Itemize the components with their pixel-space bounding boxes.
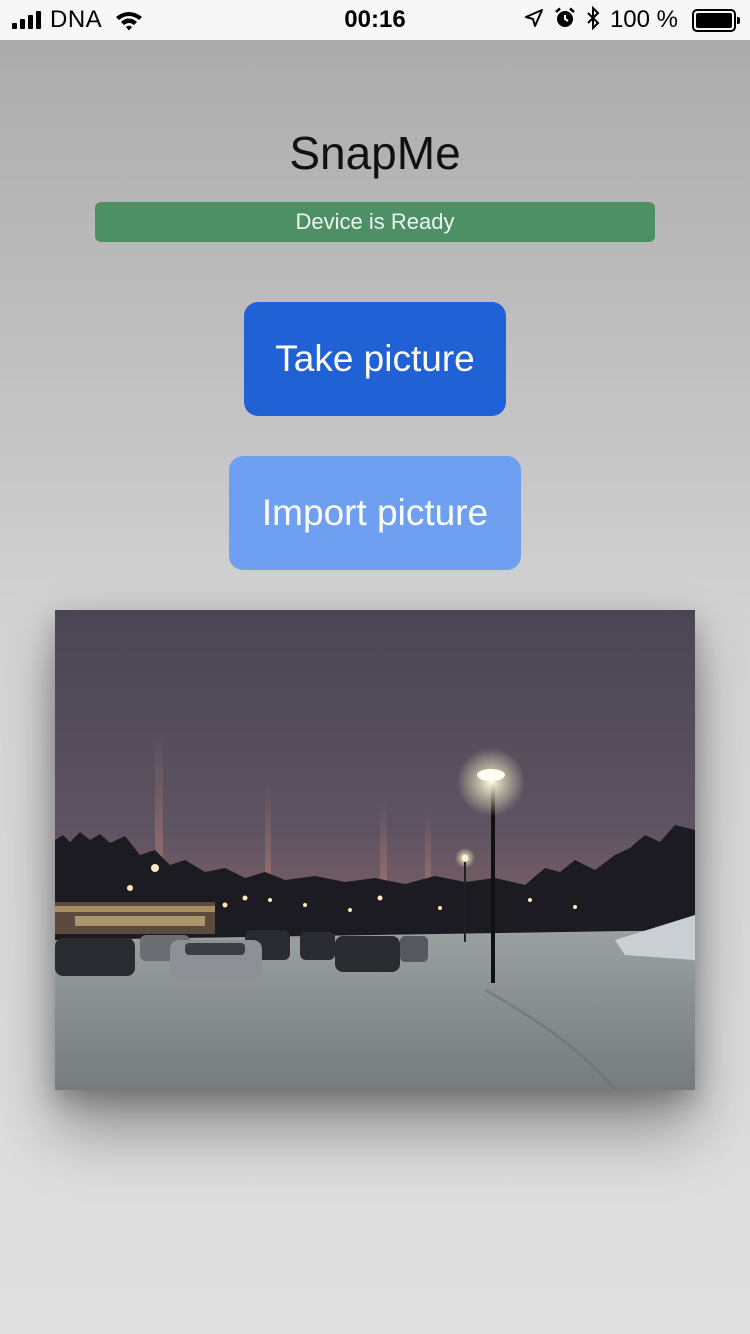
photo-preview	[55, 610, 695, 1090]
device-status-banner: Device is Ready	[95, 202, 655, 242]
app-title: SnapMe	[289, 127, 461, 179]
battery-fill	[696, 12, 732, 28]
bluetooth-icon	[586, 5, 600, 35]
status-bar-right: 100 %	[524, 5, 740, 35]
take-picture-button[interactable]: Take picture	[244, 302, 506, 416]
import-picture-button[interactable]: Import picture	[229, 456, 521, 570]
status-bar: DNA 00:16 100 %	[0, 0, 750, 40]
alarm-icon	[554, 7, 576, 34]
photo-preview-image	[55, 610, 695, 1090]
battery-icon	[692, 8, 740, 32]
location-arrow-icon	[524, 8, 544, 33]
battery-percentage: 100 %	[609, 6, 678, 33]
battery-nub	[737, 16, 740, 24]
